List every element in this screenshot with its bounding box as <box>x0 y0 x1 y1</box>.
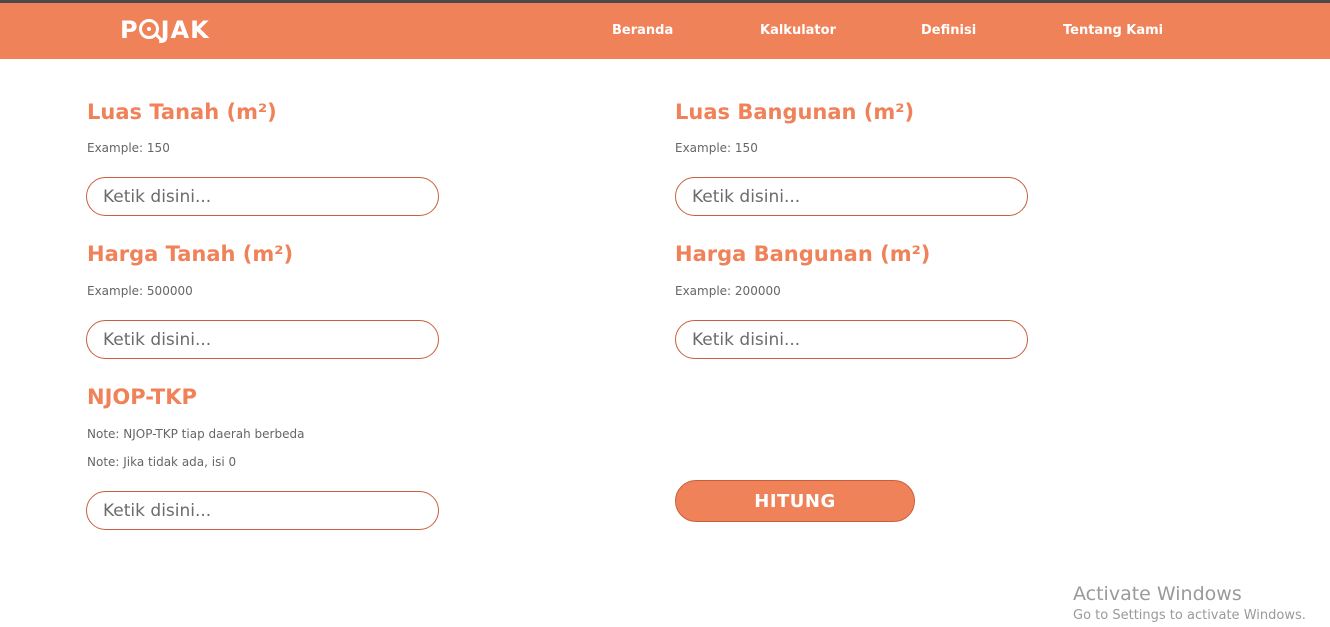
luas-bangunan-title: Luas Bangunan (m²) <box>675 100 915 124</box>
nav-beranda[interactable]: Beranda <box>612 23 673 38</box>
luas-tanah-hint: Example: 150 <box>87 141 170 155</box>
harga-tanah-hint: Example: 500000 <box>87 284 193 298</box>
nav-kalkulator[interactable]: Kalkulator <box>760 23 836 38</box>
njop-tkp-input[interactable] <box>86 491 439 530</box>
harga-tanah-title: Harga Tanah (m²) <box>87 242 294 266</box>
hitung-button[interactable]: HITUNG <box>675 480 915 522</box>
logo-text-start: P <box>120 16 139 44</box>
magnifier-icon <box>138 19 159 39</box>
activate-windows-subtitle: Go to Settings to activate Windows. <box>1073 608 1306 623</box>
luas-tanah-input[interactable] <box>86 177 439 216</box>
activate-windows-title: Activate Windows <box>1073 583 1242 605</box>
luas-bangunan-hint: Example: 150 <box>675 141 758 155</box>
harga-tanah-input[interactable] <box>86 320 439 359</box>
njop-tkp-title: NJOP-TKP <box>87 385 197 409</box>
nav-definisi[interactable]: Definisi <box>921 23 976 38</box>
harga-bangunan-title: Harga Bangunan (m²) <box>675 242 931 266</box>
harga-bangunan-hint: Example: 200000 <box>675 284 781 298</box>
logo[interactable]: P JAK <box>120 13 210 47</box>
luas-bangunan-input[interactable] <box>675 177 1028 216</box>
navbar: P JAK Beranda Kalkulator Definisi Tentan… <box>0 3 1330 59</box>
njop-tkp-note-1: Note: NJOP-TKP tiap daerah berbeda <box>87 427 305 441</box>
luas-tanah-title: Luas Tanah (m²) <box>87 100 277 124</box>
njop-tkp-note-2: Note: Jika tidak ada, isi 0 <box>87 455 237 469</box>
nav-tentang-kami[interactable]: Tentang Kami <box>1063 23 1163 38</box>
logo-text-end: JAK <box>160 16 210 44</box>
harga-bangunan-input[interactable] <box>675 320 1028 359</box>
